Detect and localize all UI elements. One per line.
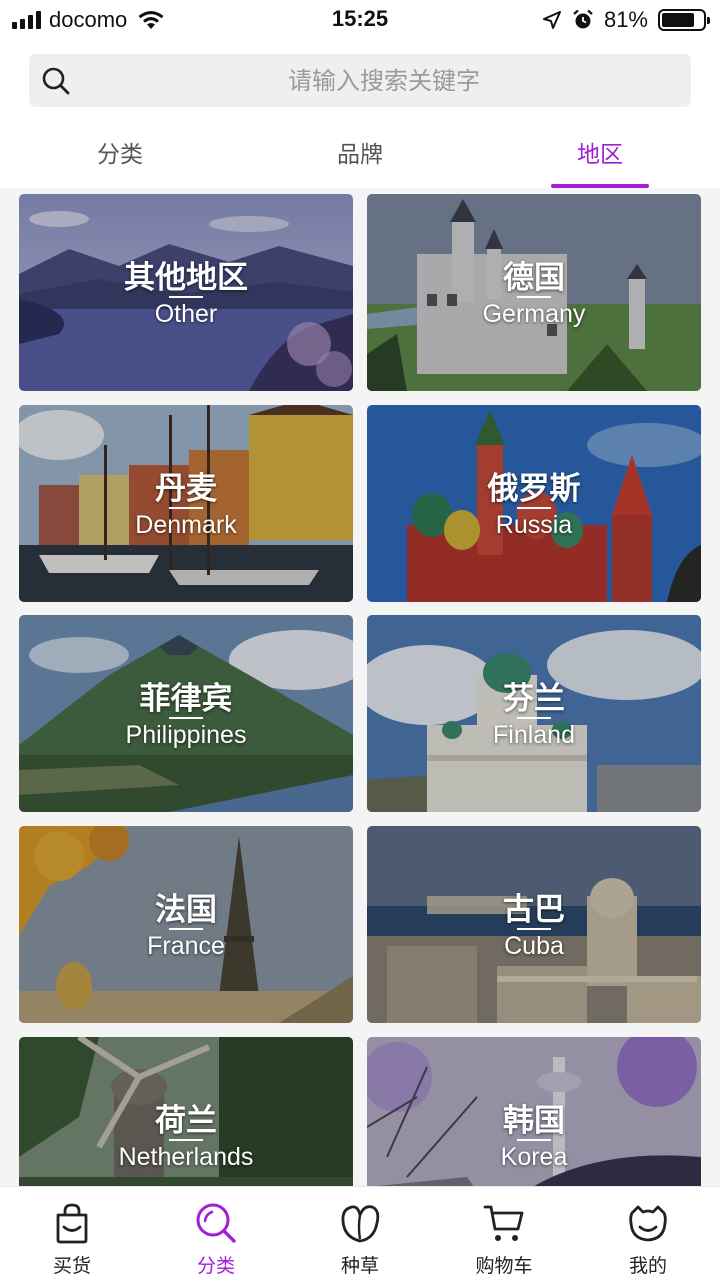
region-card-france[interactable]: 法国 France [19,826,353,1023]
region-card-denmark[interactable]: 丹麦 Denmark [19,405,353,602]
region-name-en: Philippines [125,721,247,749]
region-name-en: Korea [500,1143,568,1171]
nav-cart[interactable]: 购物车 [432,1187,576,1280]
alarm-icon [573,9,593,29]
region-name-cn: 韩国 [503,1103,565,1139]
region-card-philippines[interactable]: 菲律宾 Philippines [19,615,353,812]
region-card-germany[interactable]: 德国 Germany [367,194,701,391]
region-name-cn: 古巴 [503,892,565,928]
battery-percent: 81% [603,7,648,32]
region-name-en: France [147,932,225,960]
region-name-en: Germany [482,300,586,328]
region-card-finland[interactable]: 芬兰 Finland [367,615,701,812]
tab-category[interactable]: 分类 [0,124,240,188]
region-name-cn: 菲律宾 [139,681,233,717]
nav-label: 购物车 [475,1255,533,1277]
nav-label: 种草 [340,1255,379,1277]
region-card-korea[interactable]: 韩国 Korea [367,1037,701,1186]
region-name-en: Russia [495,511,573,539]
region-name-cn: 法国 [155,892,217,928]
tab-brand[interactable]: 品牌 [240,124,480,188]
profile-icon [629,1205,667,1242]
cart-icon [483,1205,524,1241]
region-name-en: Cuba [504,932,564,960]
nav-buy[interactable]: 买货 [0,1187,144,1280]
leaf-icon [341,1205,380,1243]
nav-grass[interactable]: 种草 [288,1187,432,1280]
nav-category[interactable]: 分类 [144,1187,288,1280]
status-bar: docomo 15:25 81% [0,0,720,40]
region-name-cn: 俄罗斯 [487,471,581,507]
region-name-cn: 其他地区 [124,260,248,296]
nav-label: 买货 [52,1255,91,1277]
region-card-other[interactable]: 其他地区 Other [19,194,353,391]
shopping-bag-icon [56,1203,88,1244]
nav-label: 我的 [628,1255,667,1277]
region-card-netherlands[interactable]: 荷兰 Netherlands [19,1037,353,1186]
nav-mine[interactable]: 我的 [576,1187,720,1280]
region-name-en: Denmark [135,511,237,539]
region-name-en: Finland [493,721,575,749]
search-bar[interactable] [29,54,691,107]
tab-region[interactable]: 地区 [480,124,720,188]
region-name-cn: 德国 [503,260,565,296]
region-name-cn: 芬兰 [503,681,565,717]
nav-label: 分类 [196,1255,235,1277]
search-icon[interactable] [41,66,71,96]
region-card-russia[interactable]: 俄罗斯 Russia [367,405,701,602]
category-tabs: 分类 品牌 地区 [0,124,720,188]
battery-icon [658,9,710,31]
region-name-en: Netherlands [118,1143,254,1171]
region-card-cuba[interactable]: 古巴 Cuba [367,826,701,1023]
location-arrow-icon [542,11,561,29]
region-name-en: Other [154,300,218,328]
bottom-nav: 买货 分类 种草 购物车 我的 [0,1186,720,1280]
search-icon [196,1203,236,1243]
region-name-cn: 荷兰 [155,1103,217,1139]
search-input[interactable] [89,54,679,107]
region-grid: 其他地区 Other 德国 Germany 丹麦 Denmark 俄罗斯 Rus… [0,188,720,1186]
status-right: 81% [542,6,710,34]
region-name-cn: 丹麦 [155,471,217,507]
